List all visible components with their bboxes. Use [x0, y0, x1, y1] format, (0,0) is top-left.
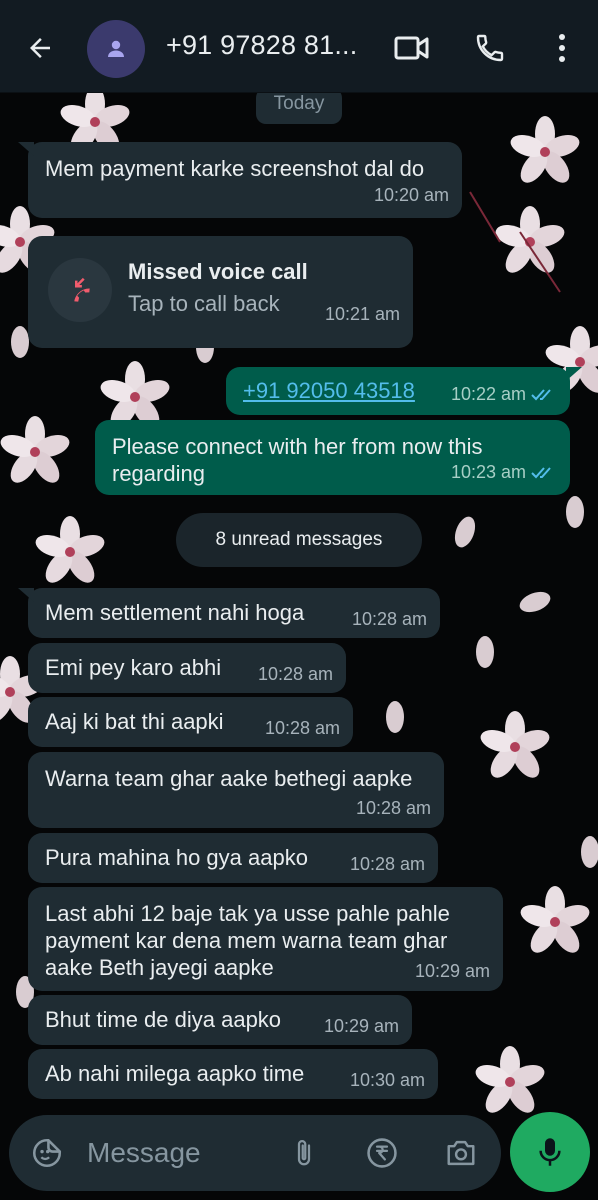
message-input[interactable]: Message: [87, 1137, 201, 1169]
bubble-tail: [18, 142, 34, 156]
unread-messages-banner: 8 unread messages: [176, 513, 422, 567]
missed-call-icon: [48, 258, 112, 322]
date-separator: Today: [256, 88, 342, 124]
message-meta: 10:23 am: [451, 459, 557, 486]
phone-icon[interactable]: [468, 26, 512, 70]
missed-call-title: Missed voice call: [128, 259, 308, 284]
message-time: 10:28 am: [257, 664, 333, 684]
message-time: 10:29 am: [323, 1016, 399, 1036]
chat-header: +91 97828 81...: [0, 0, 598, 93]
message-text: Bhut time de diya aapko: [45, 1007, 282, 1032]
message-text: Warna team ghar aake bethegi aapke: [45, 766, 413, 791]
message-time: 10:22 am: [450, 384, 526, 404]
message-bubble-incoming[interactable]: Mem settlement nahi hoga 10:28 am: [28, 588, 440, 638]
message-bubble-incoming[interactable]: Aaj ki bat thi aapki 10:28 am: [28, 697, 353, 747]
avatar[interactable]: [87, 20, 145, 78]
message-time: 10:23 am: [450, 462, 526, 482]
message-time: 10:20 am: [373, 185, 449, 205]
message-text: Last abhi 12 baje tak ya usse pahle pahl…: [45, 901, 450, 980]
message-time: 10:28 am: [264, 718, 340, 738]
rupee-payment-icon[interactable]: [362, 1133, 402, 1173]
message-text: Mem settlement nahi hoga: [45, 600, 305, 625]
message-meta: 10:22 am: [451, 381, 557, 408]
mic-icon: [539, 1138, 561, 1166]
message-text: Ab nahi milega aapko time: [45, 1061, 305, 1086]
message-bubble-incoming[interactable]: Mem payment karke screenshot dal do 10:2…: [28, 142, 462, 218]
message-time: 10:28 am: [349, 854, 425, 874]
camera-icon[interactable]: [441, 1133, 481, 1173]
attach-icon[interactable]: [284, 1133, 324, 1173]
missed-call-bubble[interactable]: Missed voice call Tap to call back 10:21…: [28, 236, 413, 348]
person-icon: [108, 40, 124, 57]
message-time: 10:30 am: [349, 1070, 425, 1090]
missed-call-subtitle: Tap to call back: [128, 291, 280, 316]
message-time: 10:28 am: [355, 798, 431, 818]
double-check-icon: [531, 388, 551, 400]
message-text: Please connect with her from now this re…: [112, 434, 483, 486]
arrow-left-icon[interactable]: [18, 26, 62, 70]
message-time: 10:28 am: [351, 609, 427, 629]
sticker-icon[interactable]: [27, 1133, 67, 1173]
message-bubble-incoming[interactable]: Last abhi 12 baje tak ya usse pahle pahl…: [28, 887, 503, 991]
message-text: Aaj ki bat thi aapki: [45, 709, 224, 734]
phone-number-link[interactable]: +91 92050 43518: [243, 377, 415, 404]
message-time: 10:21 am: [324, 304, 400, 324]
mic-button[interactable]: [510, 1112, 590, 1192]
more-vert-icon[interactable]: [540, 26, 584, 70]
message-bubble-outgoing[interactable]: +91 92050 43518 10:22 am: [226, 367, 570, 415]
video-call-icon[interactable]: [390, 26, 434, 70]
message-text: Pura mahina ho gya aapko: [45, 845, 308, 870]
message-composer[interactable]: Message: [9, 1115, 501, 1191]
bubble-tail: [18, 588, 34, 602]
message-bubble-incoming[interactable]: Bhut time de diya aapko 10:29 am: [28, 995, 412, 1045]
message-bubble-incoming[interactable]: Emi pey karo abhi 10:28 am: [28, 643, 346, 693]
message-time: 10:29 am: [414, 961, 490, 981]
double-check-icon: [531, 466, 551, 478]
message-text: Emi pey karo abhi: [45, 655, 222, 680]
message-bubble-incoming[interactable]: Warna team ghar aake bethegi aapke 10:28…: [28, 752, 444, 828]
bubble-tail: [566, 367, 582, 381]
message-bubble-incoming[interactable]: Ab nahi milega aapko time 10:30 am: [28, 1049, 438, 1099]
message-bubble-outgoing[interactable]: Please connect with her from now this re…: [95, 420, 570, 495]
message-bubble-incoming[interactable]: Pura mahina ho gya aapko 10:28 am: [28, 833, 438, 883]
contact-name[interactable]: +91 97828 81...: [166, 30, 357, 61]
message-text: Mem payment karke screenshot dal do: [45, 156, 425, 181]
